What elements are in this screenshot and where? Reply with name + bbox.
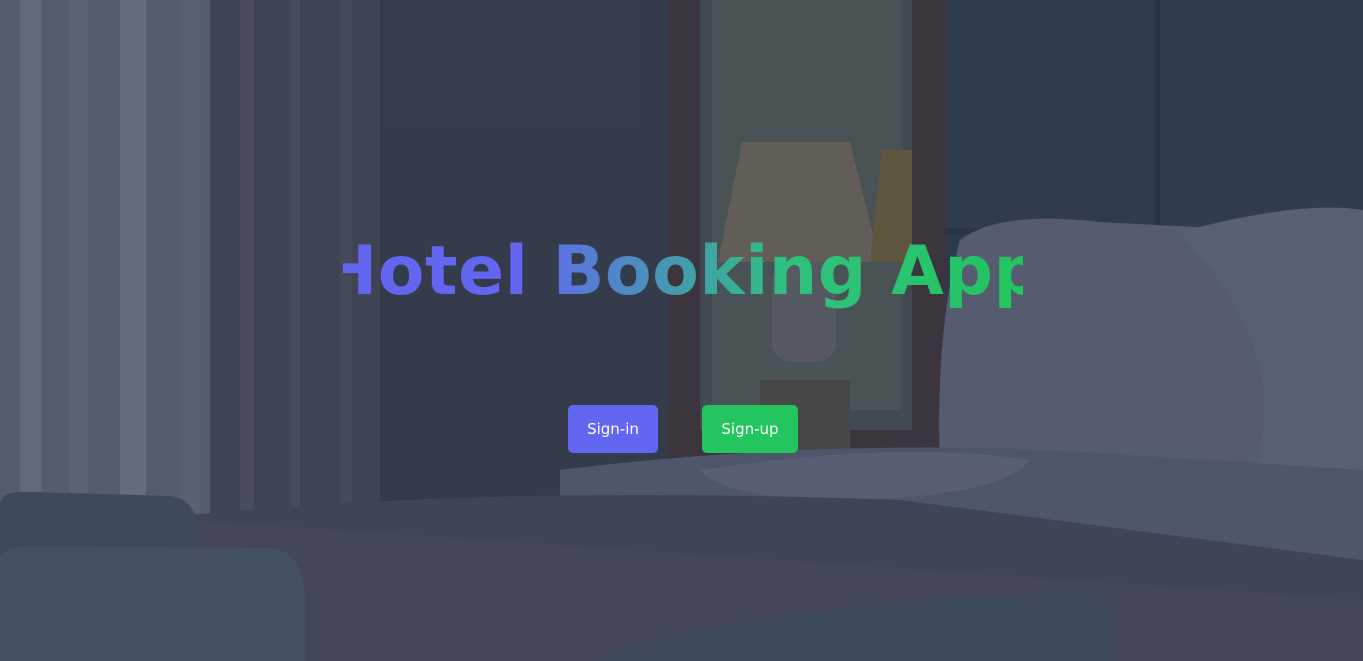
sign-in-button[interactable]: Sign-in (568, 405, 658, 453)
sign-up-button[interactable]: Sign-up (702, 405, 798, 453)
landing-hero: Hotel Booking App Sign-in Sign-up (0, 0, 1363, 661)
dark-overlay (0, 0, 1363, 661)
page-title: Hotel Booking App (0, 228, 1363, 316)
